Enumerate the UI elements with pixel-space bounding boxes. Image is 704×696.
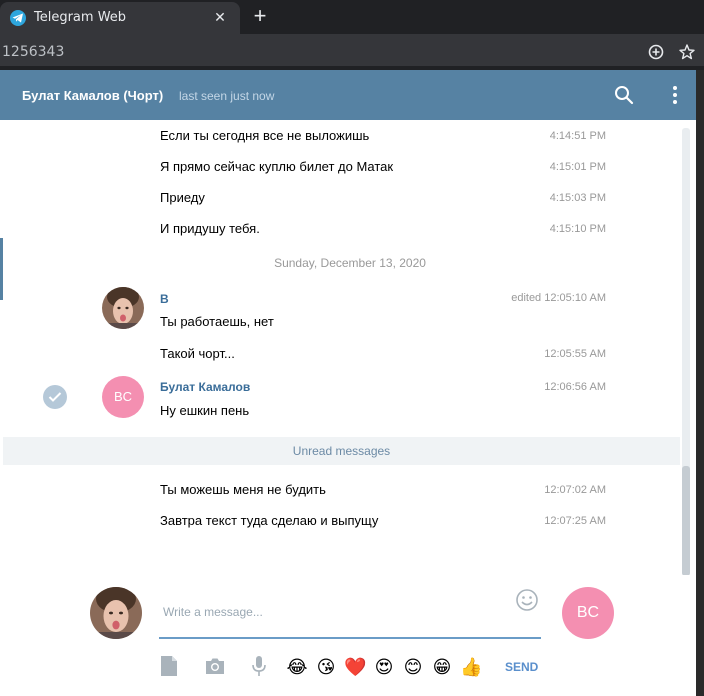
message-text: Я прямо сейчас куплю билет до Матак [160,159,394,174]
emoji-icon[interactable] [515,588,539,612]
new-tab-button[interactable]: + [250,5,270,27]
unread-separator: Unread messages [3,437,680,465]
message-input[interactable] [159,587,541,639]
add-circle-icon[interactable] [647,43,665,61]
message-text: Приеду [160,190,205,205]
message-text: Такой чорт... [160,346,235,361]
close-icon[interactable]: ✕ [212,9,228,25]
message-time: 12:07:25 AM [544,515,606,527]
message-time: 12:06:56 AM [544,381,606,393]
sender-name[interactable]: B [160,292,169,306]
emoji-heart-icon[interactable]: ❤️ [344,656,366,678]
check-icon[interactable] [43,385,67,409]
message-text: Ну ешкин пень [160,403,250,418]
composer: BC 😂 😘 ❤️ 😍 😊 😁 👍 SEND [0,575,696,696]
emoji-kiss-icon[interactable]: 😘 [315,656,337,678]
more-vertical-icon[interactable] [670,85,680,105]
search-icon[interactable] [614,85,634,105]
message-time: 12:05:55 AM [544,348,606,360]
browser-addressbar: 1256343 [0,34,704,70]
microphone-icon[interactable] [248,655,270,677]
scrollbar[interactable] [682,128,690,575]
emoji-thumbs-up-icon[interactable]: 👍 [460,656,482,678]
peer-status: last seen just now [179,89,275,103]
url-field[interactable]: 1256343 [2,44,64,60]
sidebar-accent [0,238,3,300]
peer-avatar[interactable]: BC [562,587,614,639]
message-text: Ты работаешь, нет [160,314,274,329]
emoji-blush-icon[interactable]: 😊 [402,656,424,678]
date-separator: Sunday, December 13, 2020 [274,256,426,270]
message-text: И придушу тебя. [160,221,260,236]
avatar[interactable] [102,287,144,329]
telegram-icon [10,10,26,26]
browser-tab[interactable]: Telegram Web ✕ [0,2,240,34]
message-list[interactable]: Если ты сегодня все не выложишь 4:14:51 … [0,120,696,575]
message-time: 4:15:03 PM [549,192,606,204]
window-edge [696,70,704,696]
message-text: Завтра текст туда сделаю и выпущу [160,513,379,528]
emoji-heart-eyes-icon[interactable]: 😍 [373,656,395,678]
peer-name[interactable]: Булат Камалов (Чорт) [22,88,163,103]
message-time: 4:15:01 PM [549,161,606,173]
document-icon[interactable] [158,655,180,677]
my-avatar[interactable] [90,587,142,639]
emoji-grin-icon[interactable]: 😁 [431,656,453,678]
chat-header: Булат Камалов (Чорт) last seen just now [0,70,696,120]
tab-title: Telegram Web [34,10,127,25]
avatar[interactable]: BC [102,376,144,418]
message-time: 12:07:02 AM [544,484,606,496]
send-button[interactable]: SEND [505,660,538,674]
sender-name[interactable]: Булат Камалов [160,380,250,394]
message-text: Если ты сегодня все не выложишь [160,128,370,143]
message-time: 4:14:51 PM [549,130,606,142]
emoji-joy-icon[interactable]: 😂 [286,656,308,678]
screen: Telegram Web ✕ + 1256343 Булат Камалов (… [0,0,704,696]
message-time: edited 12:05:10 AM [511,292,606,304]
message-time: 4:15:10 PM [549,223,606,235]
scrollbar-thumb[interactable] [682,466,690,575]
message-text: Ты можешь меня не будить [160,482,326,497]
bookmark-star-icon[interactable] [678,43,696,61]
browser-tabbar: Telegram Web ✕ + [0,0,704,34]
camera-icon[interactable] [204,655,226,677]
